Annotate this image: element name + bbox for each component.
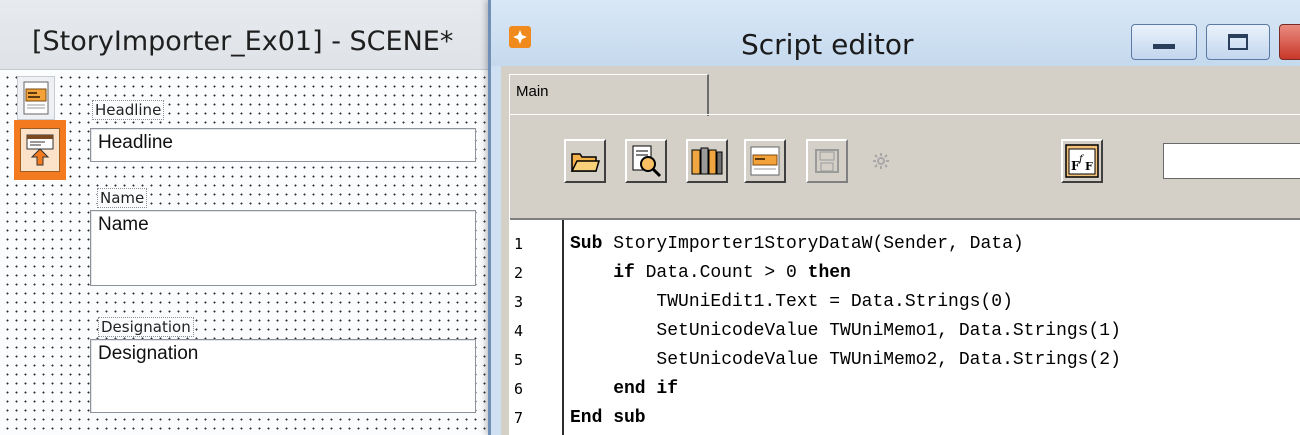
code-keyword: if xyxy=(570,263,635,283)
line-number: 6 xyxy=(514,380,524,398)
designation-field[interactable]: Designation xyxy=(90,339,476,413)
function-button[interactable]: F f F xyxy=(1061,139,1103,183)
line-number: 7 xyxy=(514,409,524,427)
line-number: 3 xyxy=(514,293,524,311)
code-line[interactable]: SetUnicodeValue TWUniMemo2, Data.Strings… xyxy=(570,346,1121,375)
form-list-button[interactable] xyxy=(744,139,786,183)
code-text: Data.Count > 0 xyxy=(634,263,808,283)
compile-icon xyxy=(873,153,889,169)
designation-label: Designation xyxy=(98,317,194,337)
designer-title: [StoryImporter_Ex01] - SCENE* xyxy=(32,26,454,57)
editor-titlebar: Script editor xyxy=(491,0,1300,66)
find-icon xyxy=(632,145,662,178)
designer-titlebar: [StoryImporter_Ex01] - SCENE* xyxy=(0,0,490,70)
app-icon xyxy=(509,26,531,48)
script-editor-window: Script editor Main F f F 1 2 3 4 5 6 7 S… xyxy=(488,0,1300,435)
open-folder-button[interactable] xyxy=(564,139,606,183)
save-button[interactable] xyxy=(806,139,848,183)
code-line[interactable]: SetUnicodeValue TWUniMemo1, Data.Strings… xyxy=(570,317,1121,346)
line-number: 4 xyxy=(514,322,524,340)
code-text: SetUnicodeValue TWUniMemo1, Data.Strings… xyxy=(570,321,1121,341)
code-text: StoryImporter1StoryDataW(Sender, Data) xyxy=(602,234,1024,254)
story-importer-component-icon[interactable] xyxy=(14,120,66,180)
compile-button[interactable] xyxy=(860,139,902,183)
label-component-icon[interactable] xyxy=(17,76,55,120)
code-keyword: End sub xyxy=(570,408,646,428)
line-number: 2 xyxy=(514,264,524,282)
editor-body: Main F f F 1 2 3 4 5 6 7 Sub StoryImport… xyxy=(501,66,1300,435)
open-folder-icon xyxy=(570,153,600,172)
code-keyword: end if xyxy=(570,379,679,399)
code-line[interactable]: End sub xyxy=(570,404,646,433)
scene-designer-window: [StoryImporter_Ex01] - SCENE* Headline H… xyxy=(0,0,490,435)
maximize-button[interactable] xyxy=(1206,24,1270,60)
code-text: SetUnicodeValue TWUniMemo2, Data.Strings… xyxy=(570,350,1121,370)
line-number-gutter: 1 2 3 4 5 6 7 xyxy=(510,220,564,435)
save-icon xyxy=(815,149,839,173)
code-line[interactable]: TWUniEdit1.Text = Data.Strings(0) xyxy=(570,288,1013,317)
line-number: 5 xyxy=(514,351,524,369)
headline-field[interactable]: Headline xyxy=(90,128,476,162)
editor-title: Script editor xyxy=(741,28,914,61)
name-label: Name xyxy=(97,188,148,208)
minimize-button[interactable] xyxy=(1131,24,1197,60)
maximize-icon xyxy=(1228,34,1248,50)
code-keyword: Sub xyxy=(570,234,603,254)
toolbar-search-input[interactable] xyxy=(1163,143,1300,179)
line-number: 1 xyxy=(514,235,524,253)
svg-text:F: F xyxy=(1085,160,1093,173)
code-editor[interactable]: 1 2 3 4 5 6 7 Sub StoryImporter1StoryDataW(Sen… xyxy=(510,218,1300,435)
library-icon xyxy=(691,147,723,175)
tab-main[interactable]: Main xyxy=(509,74,709,116)
tab-panel: F f F 1 2 3 4 5 6 7 Sub StoryImporter1StoryDat… xyxy=(509,114,1300,435)
minimize-icon xyxy=(1153,43,1175,49)
close-button[interactable] xyxy=(1279,24,1300,60)
tab-strip: Main xyxy=(501,66,1300,116)
code-line[interactable]: end if xyxy=(570,375,678,404)
function-icon: F f F xyxy=(1065,144,1099,178)
library-button[interactable] xyxy=(686,139,728,183)
headline-label: Headline xyxy=(92,100,165,120)
find-button[interactable] xyxy=(625,139,667,183)
editor-toolbar: F f F xyxy=(510,115,1300,225)
code-line[interactable]: if Data.Count > 0 then xyxy=(570,259,851,288)
form-list-icon xyxy=(750,146,780,176)
code-keyword: then xyxy=(807,263,851,283)
code-text: TWUniEdit1.Text = Data.Strings(0) xyxy=(570,292,1013,312)
name-field[interactable]: Name xyxy=(90,210,476,286)
code-line[interactable]: Sub StoryImporter1StoryDataW(Sender, Dat… xyxy=(570,230,1024,259)
